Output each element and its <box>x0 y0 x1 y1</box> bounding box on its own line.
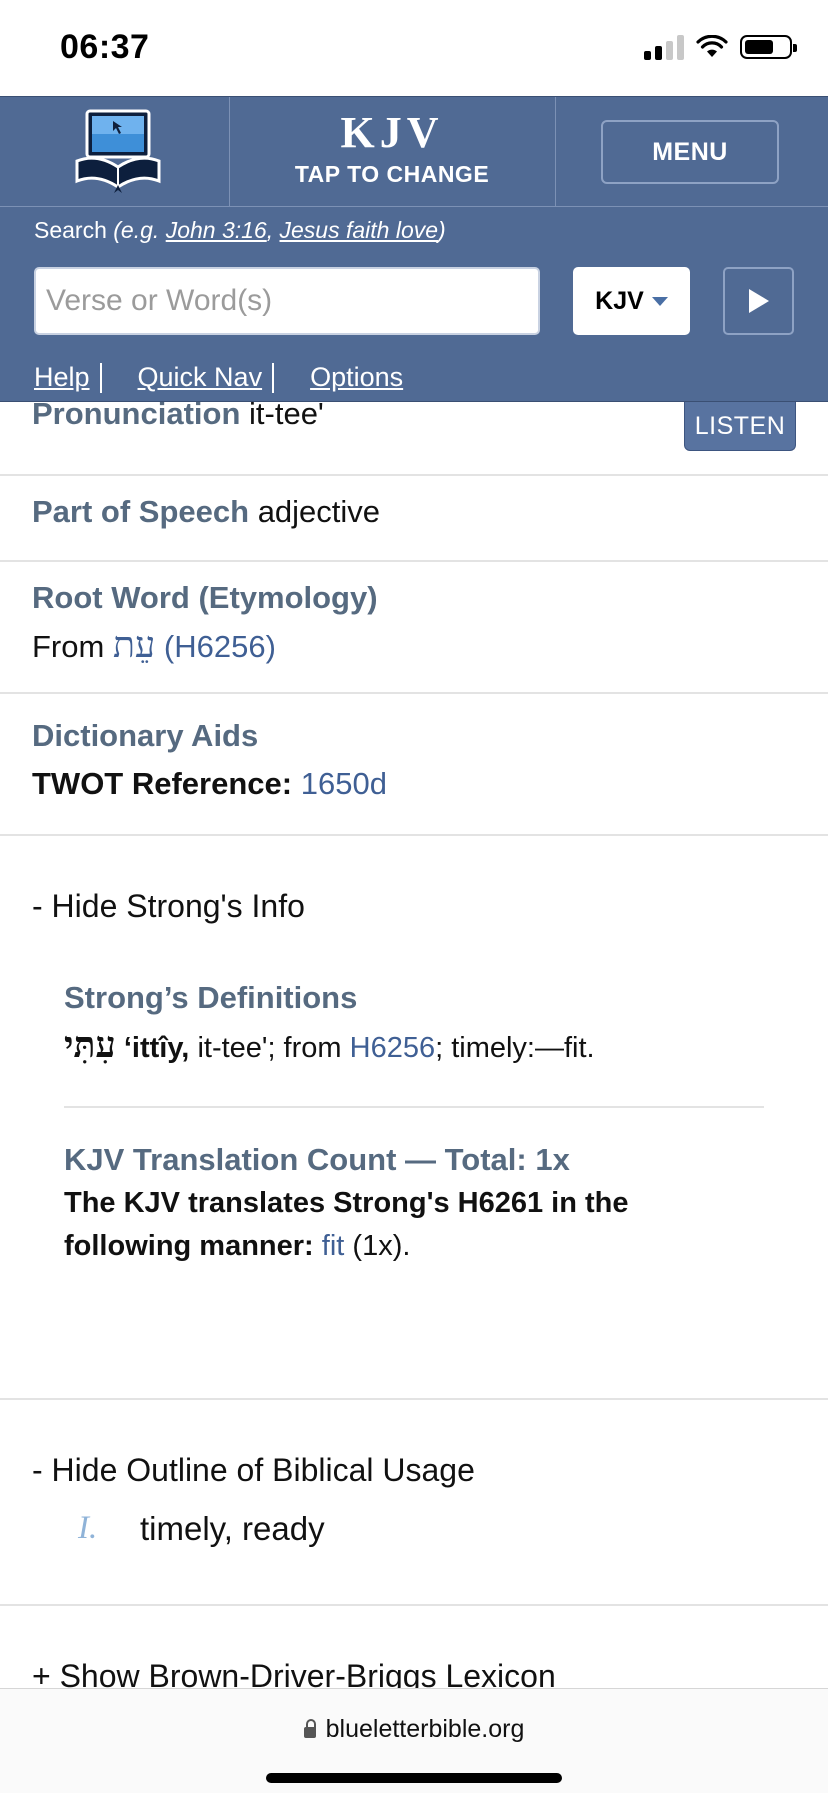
url-text: blueletterbible.org <box>325 1715 525 1743</box>
outline-item: timely, ready <box>140 1510 325 1547</box>
lock-icon <box>303 1719 316 1738</box>
pronunciation-value: it-tee' <box>249 396 324 431</box>
cellular-signal-icon <box>644 34 684 60</box>
play-arrow-icon <box>748 289 769 313</box>
logo-button[interactable] <box>0 97 230 206</box>
search-label: Search <box>34 217 107 243</box>
part-of-speech-row: Part of Speech adjective <box>32 494 380 530</box>
root-word-label: Root Word (Etymology) <box>32 580 378 615</box>
strongs-definition-text: עִתִּי ‘ittîy, it-tee'; from H6256; time… <box>64 1024 764 1066</box>
nav-help[interactable]: Help <box>34 362 90 393</box>
translation-count: KJV Translation Count — Total: 1x The KJ… <box>64 1142 764 1268</box>
twot-label: TWOT Reference: <box>32 766 293 801</box>
status-time: 06:37 <box>60 28 150 66</box>
hide-strongs-toggle[interactable]: - Hide Strong's Info <box>32 888 305 925</box>
divider <box>64 1106 764 1108</box>
version-switcher[interactable]: KJV TAP TO CHANGE <box>229 97 556 206</box>
divider <box>0 474 828 476</box>
twot-row: TWOT Reference: 1650d <box>32 766 387 802</box>
version-select[interactable]: KJV <box>573 267 690 335</box>
translation-word-count: (1x). <box>352 1230 411 1262</box>
search-example: (e.g. John 3:16, Jesus faith love) <box>113 217 446 243</box>
divider <box>0 1604 828 1606</box>
nav-quick-nav[interactable]: Quick Nav <box>138 362 263 393</box>
strongs-transliteration: ‘ittîy, <box>123 1032 190 1064</box>
translation-count-sentence: The KJV translates Strong's H6261 in the… <box>64 1187 629 1262</box>
root-strongs-link[interactable]: (H6256) <box>164 629 276 664</box>
current-version-name: KJV <box>340 108 444 157</box>
divider <box>0 692 828 694</box>
browser-address-bar[interactable]: blueletterbible.org <box>0 1688 828 1793</box>
battery-icon <box>740 35 797 59</box>
strongs-pronunciation: it-tee'; from <box>197 1032 342 1064</box>
divider <box>0 1398 828 1400</box>
hide-outline-toggle[interactable]: - Hide Outline of Biblical Usage <box>32 1452 475 1489</box>
translation-count-text: The KJV translates Strong's H6261 in the… <box>64 1182 724 1268</box>
nav-options[interactable]: Options <box>310 362 403 393</box>
root-from-text: From <box>32 629 105 664</box>
search-submit-button[interactable] <box>723 267 794 335</box>
translation-word-link[interactable]: fit <box>322 1230 345 1262</box>
listen-button[interactable]: LISTEN <box>684 402 796 451</box>
translation-count-title: KJV Translation Count — Total: 1x <box>64 1142 570 1177</box>
root-word-row: From עֵת (H6256) <box>32 624 276 666</box>
site-header: KJV TAP TO CHANGE MENU Search (e.g. John… <box>0 96 828 402</box>
strongs-definitions-title: Strong’s Definitions <box>64 980 358 1015</box>
menu-button[interactable]: MENU <box>601 120 779 184</box>
search-input[interactable] <box>34 267 540 335</box>
chevron-down-icon <box>651 296 668 306</box>
outline-numeral: I. <box>78 1510 98 1546</box>
strongs-definition-rest: ; timely:—fit. <box>435 1032 595 1064</box>
url-display[interactable]: blueletterbible.org <box>0 1715 828 1744</box>
strongs-ref-link[interactable]: H6256 <box>350 1032 435 1064</box>
tap-to-change-label: TAP TO CHANGE <box>294 161 490 187</box>
header-top-row: KJV TAP TO CHANGE MENU <box>0 97 828 207</box>
blb-logo-icon <box>75 109 161 193</box>
wifi-icon <box>696 35 728 57</box>
dictionary-aids-label: Dictionary Aids <box>32 718 259 753</box>
home-indicator[interactable] <box>266 1773 562 1783</box>
pronunciation-row: Pronunciation it-tee' <box>32 396 324 432</box>
nav-separator <box>272 362 275 393</box>
twot-link[interactable]: 1650d <box>301 766 387 801</box>
version-select-value: KJV <box>595 286 644 315</box>
search-hint: Search (e.g. John 3:16, Jesus faith love… <box>34 217 446 244</box>
strongs-definitions: Strong’s Definitions עִתִּי ‘ittîy, it-t… <box>64 980 764 1066</box>
part-of-speech-value: adjective <box>257 494 381 529</box>
nav-separator <box>99 362 102 393</box>
root-hebrew-link[interactable]: עֵת <box>113 625 155 666</box>
pronunciation-label: Pronunciation <box>32 396 241 431</box>
status-bar: 06:37 <box>0 0 828 96</box>
part-of-speech-label: Part of Speech <box>32 494 250 529</box>
divider <box>0 560 828 562</box>
example-link-john[interactable]: John 3:16 <box>166 217 267 243</box>
status-icons <box>644 34 797 60</box>
strongs-hebrew-word: עִתִּי <box>64 1024 116 1066</box>
header-nav: Help Quick Nav Options <box>34 362 403 393</box>
divider <box>0 834 828 836</box>
example-link-jesus[interactable]: Jesus faith love <box>280 217 439 243</box>
